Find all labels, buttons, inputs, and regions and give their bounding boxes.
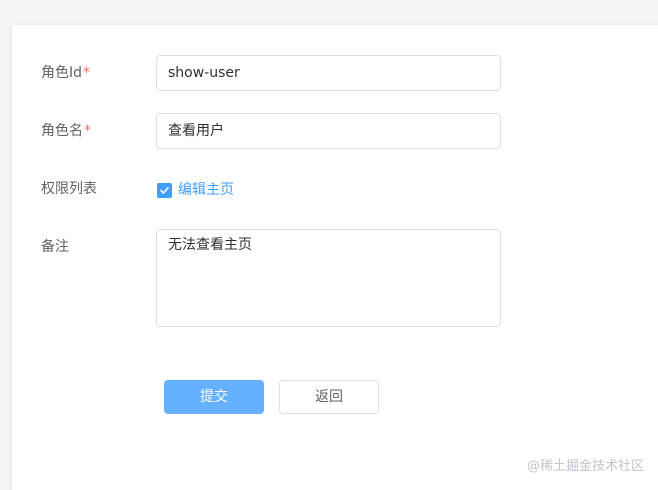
form-card: 角色Id* show-user 角色名* 查看用户 权限列表 编辑主页 备注 无…	[12, 25, 658, 490]
remark-textarea[interactable]: 无法查看主页	[156, 229, 501, 327]
back-button[interactable]: 返回	[279, 380, 379, 414]
required-mark: *	[84, 123, 91, 139]
permission-checkbox-edit-home[interactable]: 编辑主页	[157, 180, 234, 200]
permission-label[interactable]: 编辑主页	[178, 180, 234, 200]
role-name-label-text: 角色名	[41, 123, 83, 139]
role-name-label: 角色名*	[41, 121, 91, 141]
role-id-label-text: 角色Id	[41, 65, 83, 81]
remark-label: 备注	[41, 239, 69, 255]
permissions-label: 权限列表	[41, 181, 97, 197]
check-icon	[160, 186, 169, 194]
role-name-input[interactable]: 查看用户	[156, 113, 501, 149]
submit-button[interactable]: 提交	[164, 380, 264, 414]
role-id-label: 角色Id*	[41, 63, 90, 83]
required-mark: *	[83, 65, 91, 81]
checkbox-checked-icon[interactable]	[157, 182, 172, 198]
role-id-input[interactable]: show-user	[156, 55, 501, 91]
watermark: @稀土掘金技术社区	[526, 459, 644, 474]
